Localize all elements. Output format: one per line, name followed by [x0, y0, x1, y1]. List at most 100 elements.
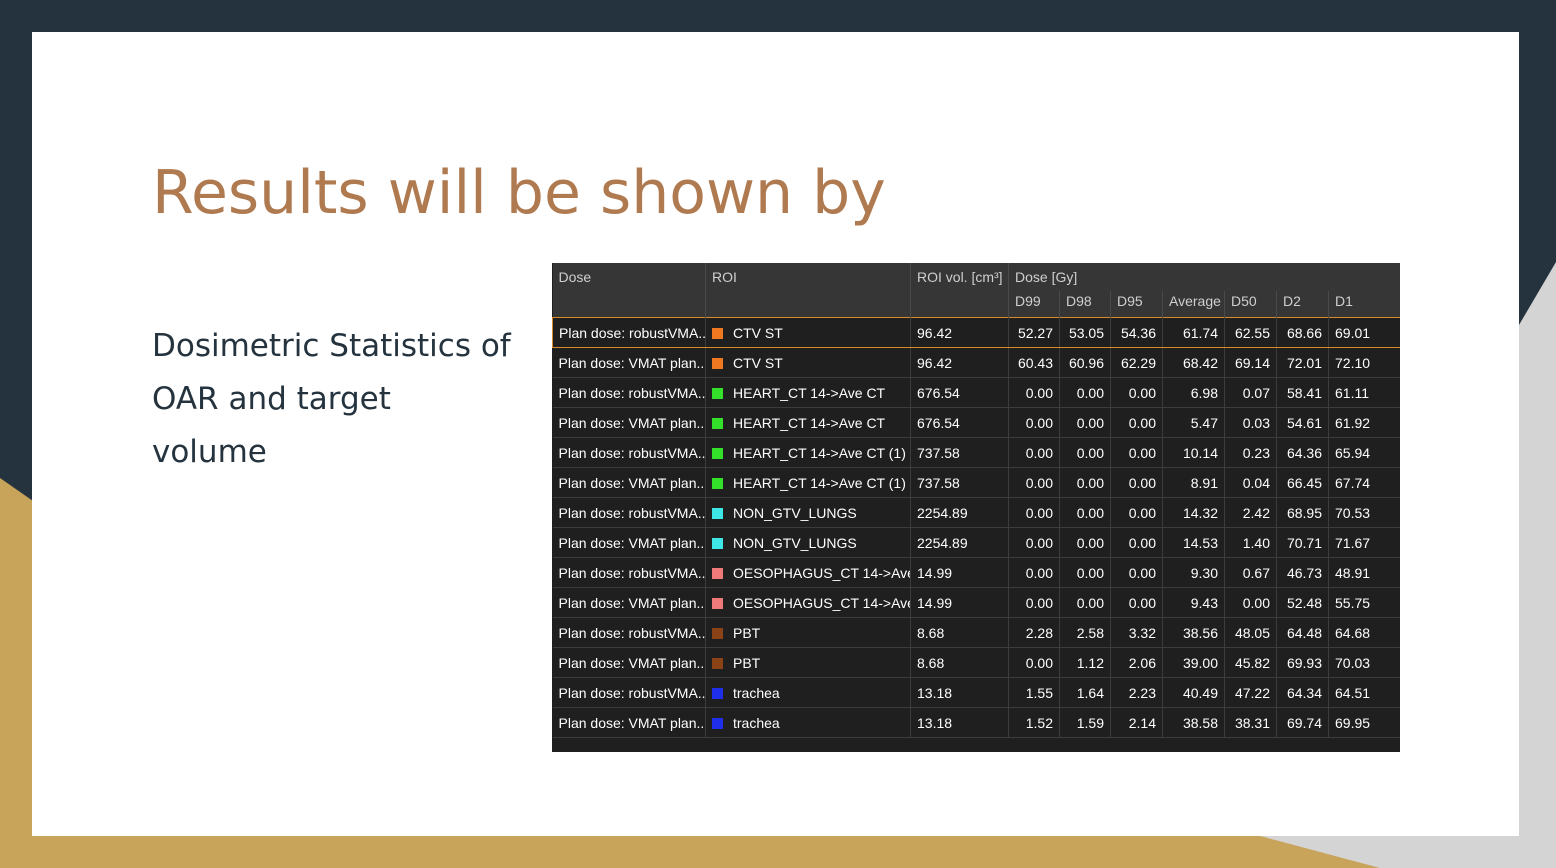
roi-label: HEART_CT 14->Ave CT (1) [733, 444, 906, 461]
column-header-average[interactable]: Average [1162, 291, 1225, 318]
cell-avg: 38.58 [1162, 707, 1225, 738]
cell-d95: 0.00 [1110, 377, 1163, 408]
cell-d2: 68.95 [1276, 497, 1329, 528]
cell-roi-volume: 8.68 [910, 647, 1009, 678]
cell-d2: 64.34 [1276, 677, 1329, 708]
cell-d98: 53.05 [1059, 317, 1111, 348]
roi-color-swatch-icon [712, 417, 723, 429]
cell-d95: 0.00 [1110, 407, 1163, 438]
column-header-d99[interactable]: D99 [1008, 291, 1060, 318]
cell-roi-volume: 676.54 [910, 407, 1009, 438]
table-row[interactable]: Plan dose: robustVMA... PBT 8.68 2.28 2.58 3.… [552, 617, 1400, 648]
roi-color-swatch-icon [712, 507, 723, 519]
table-row[interactable]: Plan dose: VMAT plan... OESOPHAGUS_CT 14-… [552, 587, 1400, 618]
cell-d50: 0.67 [1224, 557, 1277, 588]
cell-avg: 6.98 [1162, 377, 1225, 408]
cell-d95: 3.32 [1110, 617, 1163, 648]
cell-d95: 0.00 [1110, 467, 1163, 498]
column-header-d1[interactable]: D1 [1329, 291, 1401, 318]
cell-d99: 2.28 [1008, 617, 1060, 648]
cell-d2: 70.71 [1276, 527, 1329, 558]
cell-d99: 0.00 [1008, 587, 1060, 618]
cell-d1: 71.67 [1328, 527, 1400, 558]
cell-dose: Plan dose: robustVMA... [552, 617, 706, 648]
table-row[interactable]: Plan dose: VMAT plan... trachea 13.18 1.52 1… [552, 707, 1400, 738]
cell-roi-volume: 676.54 [910, 377, 1009, 408]
roi-color-swatch-icon [712, 597, 723, 609]
cell-dose: Plan dose: VMAT plan... [552, 467, 706, 498]
roi-label: NON_GTV_LUNGS [733, 534, 857, 551]
cell-roi: PBT [705, 647, 911, 678]
cell-d1: 55.75 [1328, 587, 1400, 618]
cell-d1: 61.11 [1328, 377, 1400, 408]
cell-roi: CTV ST [705, 317, 911, 348]
cell-roi-volume: 14.99 [910, 587, 1009, 618]
cell-d50: 0.03 [1224, 407, 1277, 438]
table-row[interactable]: Plan dose: robustVMA... HEART_CT 14->Ave … [552, 377, 1400, 408]
cell-d95: 0.00 [1110, 527, 1163, 558]
column-header-roi[interactable]: ROI [705, 263, 911, 318]
column-header-d2[interactable]: D2 [1276, 291, 1329, 318]
table-row[interactable]: Plan dose: robustVMA... trachea 13.18 1.55 1… [552, 677, 1400, 708]
table-row[interactable]: Plan dose: VMAT plan... CTV ST 96.42 60.43 6… [552, 347, 1400, 378]
cell-avg: 39.00 [1162, 647, 1225, 678]
cell-dose: Plan dose: VMAT plan... [552, 347, 706, 378]
cell-avg: 5.47 [1162, 407, 1225, 438]
cell-d1: 69.01 [1328, 317, 1400, 348]
cell-d50: 47.22 [1224, 677, 1277, 708]
table-row[interactable]: Plan dose: VMAT plan... HEART_CT 14->Ave … [552, 407, 1400, 438]
cell-dose: Plan dose: robustVMA... [552, 317, 706, 348]
cell-d50: 0.00 [1224, 587, 1277, 618]
roi-color-swatch-icon [712, 537, 723, 549]
cell-dose: Plan dose: VMAT plan... [552, 527, 706, 558]
table-row[interactable]: Plan dose: robustVMA... CTV ST 96.42 52.27 5… [552, 317, 1400, 348]
cell-d98: 1.12 [1059, 647, 1111, 678]
gold-bottom-strip [200, 836, 1380, 868]
cell-d50: 38.31 [1224, 707, 1277, 738]
cell-roi: NON_GTV_LUNGS [705, 497, 911, 528]
cell-d99: 0.00 [1008, 647, 1060, 678]
column-header-d50[interactable]: D50 [1224, 291, 1277, 318]
cell-d1: 70.03 [1328, 647, 1400, 678]
roi-color-swatch-icon [712, 567, 723, 579]
table-row[interactable]: Plan dose: robustVMA... OESOPHAGUS_CT 14-… [552, 557, 1400, 588]
cell-roi: OESOPHAGUS_CT 14->Ave CT [705, 557, 911, 588]
cell-d50: 69.14 [1224, 347, 1277, 378]
cell-d1: 48.91 [1328, 557, 1400, 588]
cell-d2: 69.93 [1276, 647, 1329, 678]
cell-d2: 52.48 [1276, 587, 1329, 618]
cell-d50: 45.82 [1224, 647, 1277, 678]
cell-avg: 9.30 [1162, 557, 1225, 588]
cell-d99: 60.43 [1008, 347, 1060, 378]
table-row[interactable]: Plan dose: VMAT plan... NON_GTV_LUNGS 2254… [552, 527, 1400, 558]
column-header-d98[interactable]: D98 [1059, 291, 1111, 318]
roi-label: PBT [733, 654, 761, 671]
cell-avg: 61.74 [1162, 317, 1225, 348]
table-body: Plan dose: robustVMA... CTV ST 96.42 52.27 5… [552, 317, 1400, 738]
cell-avg: 9.43 [1162, 587, 1225, 618]
column-group-dose-gy: Dose [Gy] [1015, 269, 1078, 285]
column-header-d95[interactable]: D95 [1110, 291, 1163, 318]
cell-d99: 0.00 [1008, 377, 1060, 408]
roi-color-swatch-icon [712, 387, 723, 399]
cell-roi: trachea [705, 707, 911, 738]
cell-d1: 64.51 [1328, 677, 1400, 708]
cell-roi: CTV ST [705, 347, 911, 378]
table-row[interactable]: Plan dose: robustVMA... HEART_CT 14->Ave … [552, 437, 1400, 468]
column-header-dose[interactable]: Dose [552, 263, 706, 318]
cell-d98: 0.00 [1059, 557, 1111, 588]
cell-dose: Plan dose: VMAT plan... [552, 587, 706, 618]
cell-d98: 0.00 [1059, 527, 1111, 558]
cell-d95: 54.36 [1110, 317, 1163, 348]
cell-avg: 8.91 [1162, 467, 1225, 498]
column-header-roi-volume[interactable]: ROI vol. [cm³] [910, 263, 1009, 318]
table-row[interactable]: Plan dose: VMAT plan... HEART_CT 14->Ave … [552, 467, 1400, 498]
roi-label: CTV ST [733, 324, 783, 341]
table-row[interactable]: Plan dose: robustVMA... NON_GTV_LUNGS 2254… [552, 497, 1400, 528]
cell-d95: 0.00 [1110, 497, 1163, 528]
cell-d1: 72.10 [1328, 347, 1400, 378]
cell-d1: 64.68 [1328, 617, 1400, 648]
table-row[interactable]: Plan dose: VMAT plan... PBT 8.68 0.00 1.12 2.… [552, 647, 1400, 678]
cell-d1: 67.74 [1328, 467, 1400, 498]
roi-label: HEART_CT 14->Ave CT [733, 414, 886, 431]
